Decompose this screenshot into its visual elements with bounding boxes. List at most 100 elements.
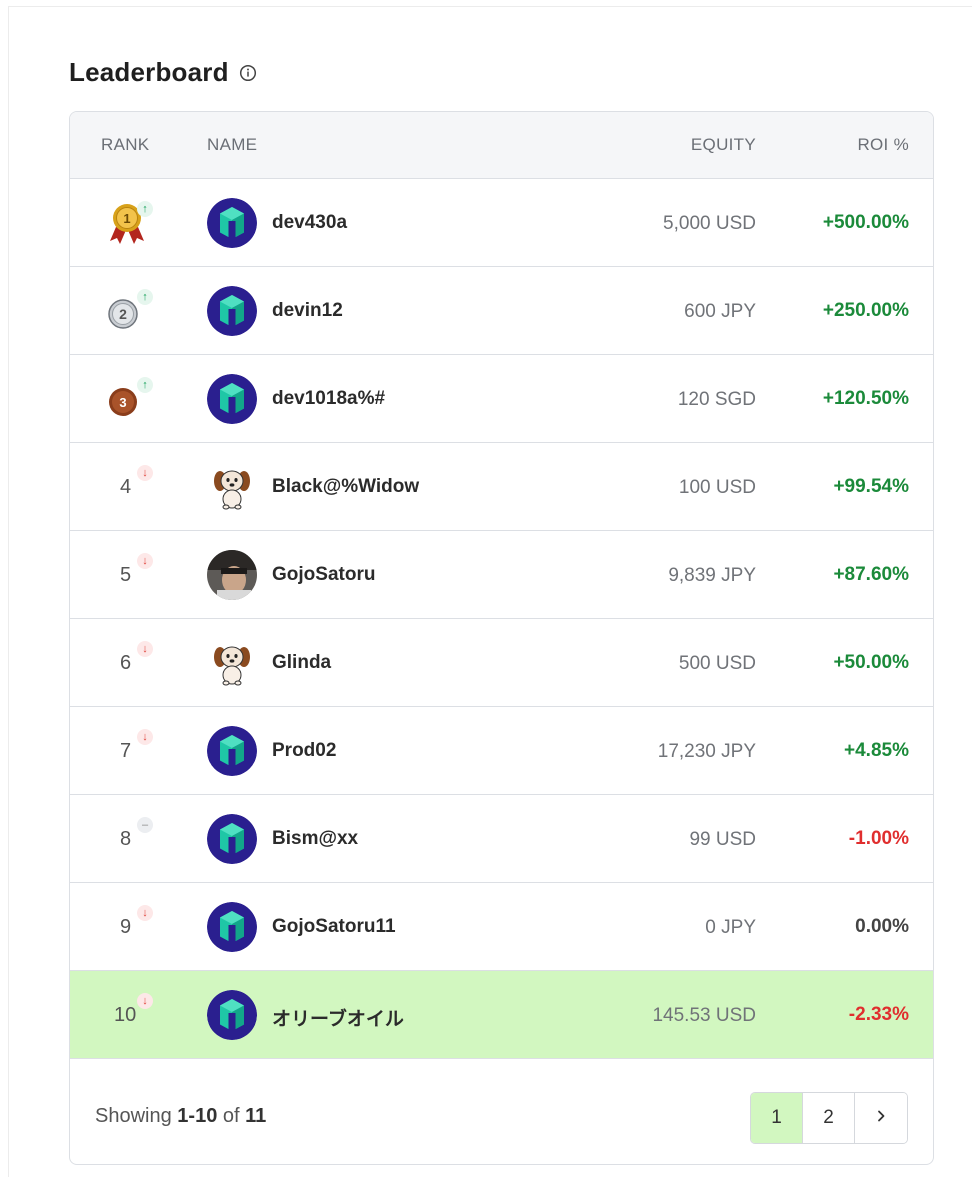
showing-prefix: Showing <box>95 1105 172 1127</box>
showing-range: 1-10 <box>177 1105 218 1127</box>
table-row[interactable]: 4 ↓ Black@%Widow 100 USD +99.54% <box>70 443 933 531</box>
user-name[interactable]: Black@%Widow <box>272 476 419 498</box>
equity-value: 9,839 JPY <box>668 565 756 586</box>
equity-value: 120 SGD <box>677 389 756 410</box>
arrow-down-icon: ↓ <box>137 553 153 569</box>
rank-cell: 5 ↓ <box>106 553 153 597</box>
table-row[interactable]: 9 ↓ GojoSatoru11 0 JPY 0.00% <box>70 883 933 971</box>
avatar <box>207 814 257 864</box>
rank-number: 9 <box>120 916 132 938</box>
roi-value: -1.00% <box>848 828 909 849</box>
roi-value: +50.00% <box>833 652 909 673</box>
roi-value: +87.60% <box>833 564 909 585</box>
roi-value: +99.54% <box>833 476 909 497</box>
leaderboard-panel: Leaderboard RANK NAME EQUITY ROI % 1 ↑ dev… <box>8 6 972 1177</box>
arrow-down-icon: ↓ <box>137 993 153 1009</box>
equity-value: 17,230 JPY <box>657 741 756 762</box>
table-footer: Showing 1-10 of 11 1 2 <box>70 1067 933 1164</box>
user-name[interactable]: devin12 <box>272 300 343 322</box>
equity-value: 600 JPY <box>684 301 756 322</box>
equity-value: 100 USD <box>678 477 756 498</box>
rank-cell: 1 ↑ <box>106 201 153 245</box>
table-row[interactable]: 3 ↑ dev1018a%# 120 SGD +120.50% <box>70 355 933 443</box>
user-name[interactable]: Glinda <box>272 652 331 674</box>
page-button-2[interactable]: 2 <box>803 1093 855 1143</box>
user-name[interactable]: GojoSatoru <box>272 564 375 586</box>
roi-value: +120.50% <box>822 388 909 409</box>
user-name[interactable]: dev430a <box>272 212 347 234</box>
avatar <box>207 286 257 336</box>
showing-of: of <box>222 1105 240 1127</box>
rank-cell: 3 ↑ <box>106 377 153 421</box>
rank-cell: 9 ↓ <box>106 905 153 949</box>
title-row: Leaderboard <box>69 57 257 88</box>
rank-cell: 4 ↓ <box>106 465 153 509</box>
info-circle-icon[interactable] <box>239 64 257 82</box>
equity-value: 500 USD <box>678 653 756 674</box>
avatar <box>207 726 257 776</box>
pagination: 1 2 <box>750 1092 908 1144</box>
user-name[interactable]: Bism@xx <box>272 828 358 850</box>
roi-value: +4.85% <box>844 740 909 761</box>
svg-text:1: 1 <box>123 211 130 226</box>
rank-number: 6 <box>120 652 132 674</box>
showing-summary: Showing 1-10 of 11 <box>95 1105 266 1128</box>
equity-value: 145.53 USD <box>652 1005 756 1026</box>
page-title: Leaderboard <box>69 57 229 87</box>
column-header-equity: EQUITY <box>690 135 756 154</box>
rank-number: 7 <box>120 740 132 762</box>
rank-number: 5 <box>120 564 132 586</box>
table-body: 1 ↑ dev430a 5,000 USD +500.00% 2 ↑ devin12 600 J… <box>70 179 933 1059</box>
chevron-right-icon <box>874 1107 888 1129</box>
table-row[interactable]: 10 ↓ オリーブオイル 145.53 USD -2.33% <box>70 971 933 1059</box>
equity-value: 0 JPY <box>705 917 756 938</box>
table-row[interactable]: 8– Bism@xx 99 USD -1.00% <box>70 795 933 883</box>
avatar <box>207 990 257 1040</box>
avatar <box>207 550 257 600</box>
rank-cell: 2 ↑ <box>106 289 153 333</box>
page-button-1[interactable]: 1 <box>751 1093 803 1143</box>
roi-value: 0.00% <box>855 916 909 937</box>
dash-icon: – <box>137 817 153 833</box>
user-name[interactable]: GojoSatoru11 <box>272 916 396 938</box>
rank-number: 8 <box>120 828 132 850</box>
roi-value: -2.33% <box>848 1004 909 1025</box>
rank-number: 4 <box>120 476 132 498</box>
rank-cell: 10 ↓ <box>106 993 153 1037</box>
user-name[interactable]: dev1018a%# <box>272 388 385 410</box>
user-name[interactable]: Prod02 <box>272 740 336 762</box>
column-header-roi: ROI % <box>857 135 909 154</box>
next-page-button[interactable] <box>855 1093 907 1143</box>
arrow-up-icon: ↑ <box>137 377 153 393</box>
svg-text:3: 3 <box>119 395 126 410</box>
arrow-up-icon: ↑ <box>137 289 153 305</box>
equity-value: 5,000 USD <box>663 213 756 234</box>
showing-total: 11 <box>245 1105 267 1127</box>
table-row[interactable]: 5 ↓ GojoSatoru 9,839 JPY +87.60% <box>70 531 933 619</box>
roi-value: +250.00% <box>822 300 909 321</box>
rank-cell: 6 ↓ <box>106 641 153 685</box>
avatar <box>207 198 257 248</box>
avatar <box>207 638 257 688</box>
user-name[interactable]: オリーブオイル <box>272 1004 404 1031</box>
table-row[interactable]: 2 ↑ devin12 600 JPY +250.00% <box>70 267 933 355</box>
leaderboard-table: RANK NAME EQUITY ROI % 1 ↑ dev430a 5,000 US… <box>69 111 934 1165</box>
equity-value: 99 USD <box>689 829 756 850</box>
rank-cell: 8– <box>106 817 153 861</box>
arrow-down-icon: ↓ <box>137 641 153 657</box>
arrow-down-icon: ↓ <box>137 729 153 745</box>
table-header: RANK NAME EQUITY ROI % <box>70 112 933 179</box>
arrow-up-icon: ↑ <box>137 201 153 217</box>
svg-text:2: 2 <box>119 306 127 322</box>
column-header-name: NAME <box>207 135 258 154</box>
arrow-down-icon: ↓ <box>137 905 153 921</box>
table-row[interactable]: 1 ↑ dev430a 5,000 USD +500.00% <box>70 179 933 267</box>
arrow-down-icon: ↓ <box>137 465 153 481</box>
avatar <box>207 462 257 512</box>
avatar <box>207 374 257 424</box>
column-header-rank: RANK <box>101 135 150 154</box>
table-row[interactable]: 7 ↓ Prod02 17,230 JPY +4.85% <box>70 707 933 795</box>
table-row[interactable]: 6 ↓ Glinda 500 USD +50.00% <box>70 619 933 707</box>
rank-number: 10 <box>114 1004 137 1026</box>
rank-cell: 7 ↓ <box>106 729 153 773</box>
